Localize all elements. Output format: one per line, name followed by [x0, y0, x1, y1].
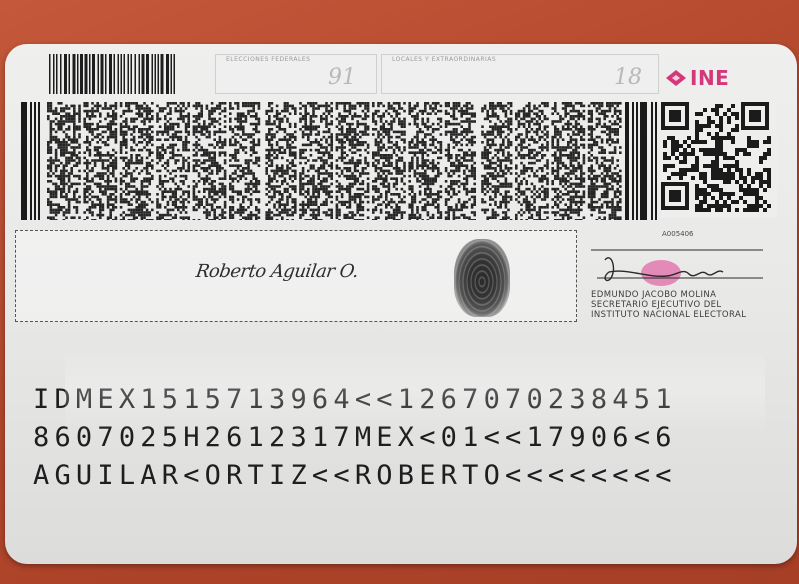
id-card-back: ELECCIONES FEDERALES 91 LOCALES Y EXTRAO…	[5, 44, 797, 564]
mrz-line-3: AGUILAR<ORTIZ<<ROBERTO<<<<<<<<	[33, 460, 677, 491]
holder-signature: Roberto Aguilar O.	[194, 261, 360, 282]
barcode-small	[49, 54, 175, 94]
local-elections-value: 18	[614, 65, 642, 90]
ine-logo-mark-icon	[666, 70, 686, 86]
signatory-title: SECRETARIO EJECUTIVO DEL	[591, 300, 722, 310]
local-elections-label: LOCALES Y EXTRAORDINARIAS	[392, 56, 497, 63]
federal-elections-value: 91	[328, 65, 356, 90]
official-signature-block: EDMUNDO JACOBO MOLINA SECRETARIO EJECUTI…	[587, 238, 787, 328]
ine-logo: INE	[665, 66, 729, 90]
serial-number: A005406	[662, 230, 694, 238]
ine-logo-text: INE	[690, 66, 730, 90]
signature-box: Roberto Aguilar O.	[15, 230, 577, 322]
signatory-name: EDMUNDO JACOBO MOLINA	[591, 290, 717, 300]
fingerprint	[454, 239, 510, 317]
signatory-institution: INSTITUTO NACIONAL ELECTORAL	[591, 310, 747, 320]
federal-elections-field: ELECCIONES FEDERALES 91	[215, 54, 377, 94]
pdf417-barcode	[21, 102, 657, 220]
federal-elections-label: ELECCIONES FEDERALES	[226, 56, 311, 63]
official-signature-icon	[591, 249, 763, 286]
mrz-line-2: 8607025H2612317MEX<01<<17906<6	[33, 422, 677, 453]
qr-code	[661, 102, 777, 218]
local-elections-field: LOCALES Y EXTRAORDINARIAS 18	[381, 54, 659, 94]
mrz-line-1: IDMEX1515713964<<1267070238451	[33, 384, 677, 415]
